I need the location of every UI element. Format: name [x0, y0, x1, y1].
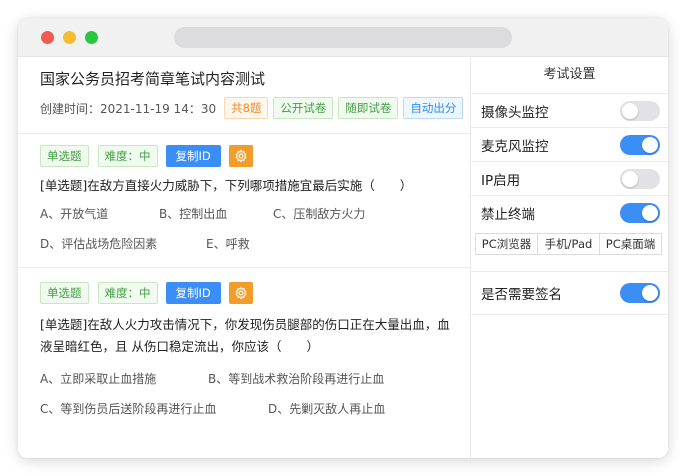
setting-camera-label: 摄像头监控	[481, 104, 549, 121]
terminal-pc-browser[interactable]: PC浏览器	[475, 233, 538, 255]
camera-toggle[interactable]	[620, 100, 660, 121]
question-type-tag: 单选题	[40, 282, 89, 304]
question-tags: 单选题 难度：中 复制ID	[40, 268, 470, 304]
public-exam-badge: 公开试卷	[273, 97, 334, 119]
option-a[interactable]: A、开放气道	[40, 205, 108, 222]
maximize-window-button[interactable]	[85, 31, 98, 44]
question-card: 单选题 难度：中 复制ID [单选题]在敌方直接火力威胁下，下列哪项措施宜最后实…	[18, 134, 470, 268]
setting-microphone: 麦克风监控	[471, 128, 668, 162]
option-d[interactable]: D、评估战场危险因素	[40, 235, 157, 252]
settings-title: 考试设置	[471, 57, 668, 94]
copy-id-button[interactable]: 复制ID	[165, 282, 221, 304]
microphone-toggle[interactable]	[620, 134, 660, 155]
question-tags: 单选题 难度：中 复制ID	[40, 134, 470, 167]
question-text: [单选题]在敌人火力攻击情况下，你发现伤员腿部的伤口正在大量出血，血液呈暗红色，…	[40, 317, 450, 354]
toggle-knob	[642, 285, 658, 301]
terminal-pc-desktop[interactable]: PC桌面端	[599, 233, 662, 255]
gear-icon	[235, 149, 247, 163]
exam-settings-panel: 考试设置 摄像头监控 麦克风监控 IP启用 禁止终端 PC浏览器 手机/Pad …	[470, 57, 668, 458]
option-e[interactable]: E、呼救	[206, 235, 250, 252]
setting-terminal-label: 禁止终端	[481, 206, 535, 223]
difficulty-tag: 难度：中	[97, 145, 158, 167]
minimize-window-button[interactable]	[63, 31, 76, 44]
setting-ip-label: IP启用	[481, 172, 521, 189]
setting-signature-label: 是否需要签名	[481, 287, 562, 303]
question-options: A、立即采取止血措施 B、等到战术救治阶段再进行止血 C、等到伤员后送阶段再进行…	[40, 370, 470, 418]
toggle-knob	[622, 170, 638, 187]
auto-score-badge: 自动出分	[403, 97, 464, 119]
ip-toggle[interactable]	[620, 168, 660, 189]
copy-id-button[interactable]: 复制ID	[165, 145, 221, 167]
terminal-options: PC浏览器 手机/Pad PC桌面端	[475, 233, 662, 255]
option-c[interactable]: C、等到伤员后送阶段再进行止血	[40, 400, 216, 417]
question-card: 单选题 难度：中 复制ID [单选题]在敌人火力攻击情况下，你发现伤员腿部的伤口…	[18, 268, 470, 428]
option-b[interactable]: B、控制出血	[159, 205, 227, 222]
setting-camera: 摄像头监控	[471, 94, 668, 128]
question-text: [单选题]在敌方直接火力威胁下，下列哪项措施宜最后实施（ ）	[40, 178, 413, 193]
option-a[interactable]: A、立即采取止血措施	[40, 370, 156, 387]
setting-signature: 是否需要签名	[471, 272, 668, 315]
created-time: 创建时间：2021-11-19 14：30	[40, 101, 217, 116]
close-window-button[interactable]	[41, 31, 54, 44]
setting-terminal: 禁止终端	[471, 196, 668, 229]
divider	[471, 255, 668, 272]
address-bar[interactable]	[174, 27, 512, 48]
question-settings-button[interactable]	[228, 282, 253, 304]
setting-ip: IP启用	[471, 162, 668, 196]
option-c[interactable]: C、压制敌方火力	[273, 205, 365, 222]
exam-title: 国家公务员招考简章笔试内容测试	[40, 70, 266, 88]
question-count-badge: 共8题	[224, 97, 269, 119]
exam-meta: 创建时间：2021-11-19 14：30 共8题 公开试卷 随即试卷 自动出分	[40, 97, 470, 119]
question-type-tag: 单选题	[40, 145, 89, 167]
option-d[interactable]: D、先剿灭敌人再止血	[268, 400, 385, 417]
exam-header: 国家公务员招考简章笔试内容测试 创建时间：2021-11-19 14：30 共8…	[18, 57, 470, 134]
title-bar	[18, 18, 668, 57]
option-b[interactable]: B、等到战术救治阶段再进行止血	[208, 370, 384, 387]
toggle-knob	[642, 136, 658, 153]
setting-microphone-label: 麦克风监控	[481, 138, 549, 155]
question-settings-button[interactable]	[228, 145, 253, 167]
terminal-toggle[interactable]	[620, 202, 660, 223]
signature-toggle[interactable]	[620, 283, 660, 303]
question-options: A、开放气道 B、控制出血 C、压制敌方火力 D、评估战场危险因素 E、呼救	[40, 205, 470, 253]
toggle-knob	[622, 102, 638, 119]
terminal-mobile-pad[interactable]: 手机/Pad	[537, 233, 600, 255]
browser-window: 国家公务员招考简章笔试内容测试 创建时间：2021-11-19 14：30 共8…	[18, 18, 668, 458]
gear-icon	[235, 286, 247, 300]
toggle-knob	[642, 204, 658, 221]
difficulty-tag: 难度：中	[97, 282, 158, 304]
exam-content-panel: 国家公务员招考简章笔试内容测试 创建时间：2021-11-19 14：30 共8…	[18, 57, 470, 458]
random-exam-badge: 随即试卷	[338, 97, 399, 119]
